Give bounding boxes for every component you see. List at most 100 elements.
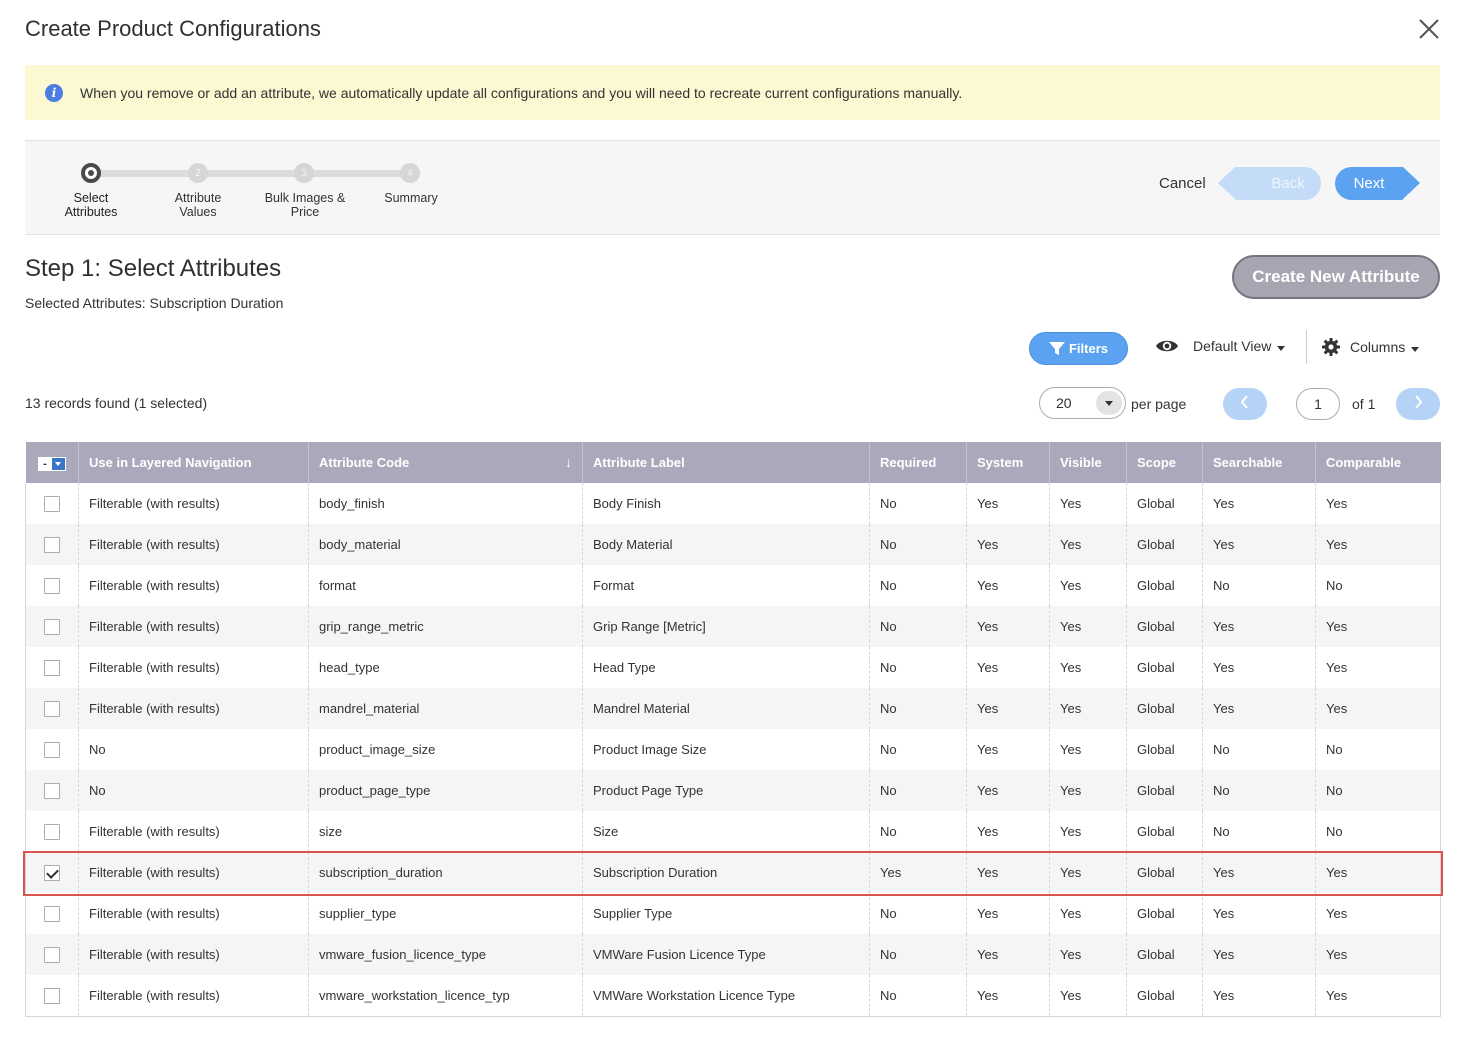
table-row[interactable]: Filterable (with results) format Format No Y… xyxy=(25,565,1441,606)
cell-layered-navigation: Filterable (with results) xyxy=(78,893,309,934)
table-row[interactable]: Filterable (with results) body_finish Body… xyxy=(25,483,1441,524)
row-checkbox[interactable] xyxy=(44,946,60,963)
table-row[interactable]: Filterable (with results) head_type Head T… xyxy=(25,647,1441,688)
row-select-cell[interactable] xyxy=(25,729,79,770)
row-select-cell[interactable] xyxy=(25,975,79,1017)
table-row[interactable]: Filterable (with results) mandrel_materia… xyxy=(25,688,1441,729)
step-label-attribute-values[interactable]: Attribute Values xyxy=(143,191,253,219)
row-select-cell[interactable] xyxy=(25,565,79,606)
cell-layered-navigation: Filterable (with results) xyxy=(78,483,309,524)
cell-layered-navigation: Filterable (with results) xyxy=(78,606,309,647)
row-checkbox[interactable] xyxy=(44,618,60,635)
column-header-system[interactable]: System xyxy=(966,442,1050,483)
cell-attribute-code: grip_range_metric xyxy=(308,606,583,647)
row-select-cell[interactable] xyxy=(25,852,79,893)
cell-comparable: Yes xyxy=(1315,688,1441,729)
chevron-down-icon xyxy=(1277,346,1286,351)
step-label-summary[interactable]: Summary xyxy=(356,191,466,205)
row-select-cell[interactable] xyxy=(25,893,79,934)
row-checkbox[interactable] xyxy=(44,741,60,758)
table-row[interactable]: No product_image_size Product Image Size No… xyxy=(25,729,1441,770)
cell-searchable: Yes xyxy=(1202,688,1316,729)
cell-comparable: Yes xyxy=(1315,606,1441,647)
row-checkbox[interactable] xyxy=(44,577,60,594)
row-checkbox[interactable] xyxy=(44,659,60,676)
table-row[interactable]: Filterable (with results) vmware_workstat… xyxy=(25,975,1441,1017)
cell-system: Yes xyxy=(966,811,1050,852)
grid-header-row: - Use in Layered Navigation Attribute Co… xyxy=(25,442,1441,483)
cell-comparable: Yes xyxy=(1315,483,1441,524)
cell-comparable: Yes xyxy=(1315,975,1441,1017)
row-checkbox[interactable] xyxy=(44,905,60,922)
per-page-label: per page xyxy=(1131,396,1187,412)
row-checkbox[interactable] xyxy=(44,823,60,840)
mass-select-header[interactable]: - xyxy=(25,442,79,483)
step-dot-4[interactable]: 4 xyxy=(400,163,420,183)
step-label-bulk-images[interactable]: Bulk Images & Price xyxy=(250,191,360,219)
close-button[interactable] xyxy=(1414,14,1444,44)
column-header-attribute-label[interactable]: Attribute Label xyxy=(582,442,870,483)
cell-layered-navigation: Filterable (with results) xyxy=(78,934,309,975)
filters-label: Filters xyxy=(1068,341,1108,356)
attributes-grid: - Use in Layered Navigation Attribute Co… xyxy=(25,442,1441,1017)
next-page-button[interactable] xyxy=(1396,388,1440,420)
cell-attribute-label: Grip Range [Metric] xyxy=(582,606,870,647)
row-select-cell[interactable] xyxy=(25,934,79,975)
page-number-input[interactable] xyxy=(1296,388,1340,420)
sort-arrow-icon: ↓ xyxy=(565,454,572,470)
column-header-attribute-code[interactable]: Attribute Code ↓ xyxy=(308,442,583,483)
column-header-visible[interactable]: Visible xyxy=(1049,442,1127,483)
filters-button[interactable]: Filters xyxy=(1029,332,1128,365)
row-select-cell[interactable] xyxy=(25,811,79,852)
column-header-comparable[interactable]: Comparable xyxy=(1315,442,1441,483)
cell-attribute-code: vmware_workstation_licence_typ xyxy=(308,975,583,1017)
row-select-cell[interactable] xyxy=(25,606,79,647)
row-select-cell[interactable] xyxy=(25,483,79,524)
column-header-required[interactable]: Required xyxy=(869,442,967,483)
back-button[interactable]: Back xyxy=(1218,167,1321,200)
row-checkbox[interactable] xyxy=(44,864,60,881)
per-page-select[interactable]: 20 xyxy=(1039,387,1126,419)
row-checkbox[interactable] xyxy=(44,782,60,799)
cell-required: No xyxy=(869,483,967,524)
cell-attribute-label: Mandrel Material xyxy=(582,688,870,729)
table-row[interactable]: No product_page_type Product Page Type No Ye… xyxy=(25,770,1441,811)
column-header-searchable[interactable]: Searchable xyxy=(1202,442,1316,483)
mass-select-control[interactable]: - xyxy=(37,456,66,471)
cell-searchable: Yes xyxy=(1202,647,1316,688)
column-header-scope[interactable]: Scope xyxy=(1126,442,1203,483)
row-checkbox[interactable] xyxy=(44,495,60,512)
next-button[interactable]: Next xyxy=(1335,167,1420,200)
row-select-cell[interactable] xyxy=(25,770,79,811)
columns-control[interactable]: Columns xyxy=(1322,338,1420,356)
chevron-down-icon xyxy=(1411,347,1420,352)
previous-page-button[interactable] xyxy=(1223,388,1267,420)
table-row[interactable]: Filterable (with results) grip_range_metr… xyxy=(25,606,1441,647)
row-select-cell[interactable] xyxy=(25,524,79,565)
step-label-select-attributes[interactable]: Select Attributes xyxy=(36,191,146,219)
row-checkbox[interactable] xyxy=(44,536,60,553)
cell-visible: Yes xyxy=(1049,893,1127,934)
column-header-layered-navigation[interactable]: Use in Layered Navigation xyxy=(78,442,309,483)
per-page-value: 20 xyxy=(1056,395,1072,411)
step-dot-1[interactable] xyxy=(81,163,101,183)
view-switcher[interactable]: Default View xyxy=(1155,338,1286,354)
table-row[interactable]: Filterable (with results) subscription_du… xyxy=(25,852,1441,893)
row-checkbox[interactable] xyxy=(44,700,60,717)
create-new-attribute-button[interactable]: Create New Attribute xyxy=(1232,255,1440,299)
cell-visible: Yes xyxy=(1049,934,1127,975)
row-checkbox[interactable] xyxy=(44,987,60,1004)
row-select-cell[interactable] xyxy=(25,688,79,729)
cell-comparable: Yes xyxy=(1315,647,1441,688)
step-dot-2[interactable]: 2 xyxy=(188,163,208,183)
cell-attribute-label: Size xyxy=(582,811,870,852)
table-row[interactable]: Filterable (with results) size Size No Yes Ye… xyxy=(25,811,1441,852)
cancel-button[interactable]: Cancel xyxy=(1155,171,1210,196)
table-row[interactable]: Filterable (with results) body_material Bo… xyxy=(25,524,1441,565)
step-dot-3[interactable]: 3 xyxy=(294,163,314,183)
table-row[interactable]: Filterable (with results) vmware_fusion_l… xyxy=(25,934,1441,975)
cell-required: No xyxy=(869,606,967,647)
row-select-cell[interactable] xyxy=(25,647,79,688)
table-row[interactable]: Filterable (with results) supplier_type Su… xyxy=(25,893,1441,934)
cell-system: Yes xyxy=(966,852,1050,893)
